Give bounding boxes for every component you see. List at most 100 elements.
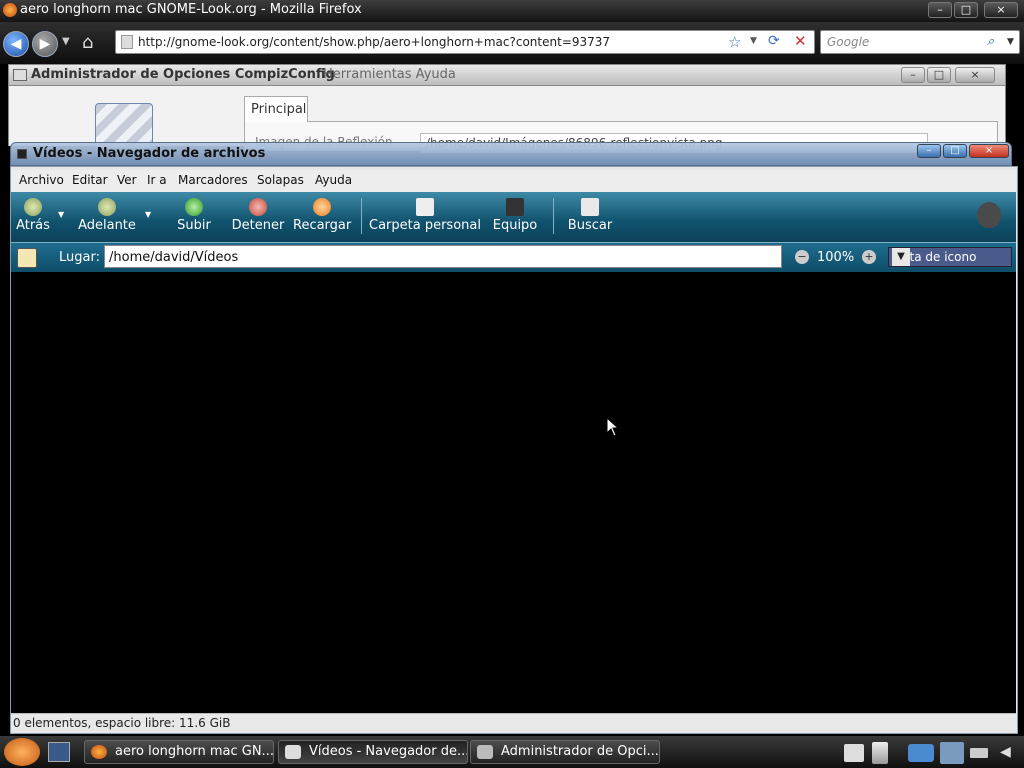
update-notifier-icon[interactable] (908, 744, 934, 762)
taskbar-item-firefox[interactable]: aero longhorn mac GN... (84, 740, 274, 764)
compiz-titlebar: Administrador de Opciones CompizConfig H… (8, 64, 1006, 86)
compiz-maximize-button[interactable]: □ (927, 67, 951, 83)
home-folder-button[interactable]: Carpeta personal (369, 196, 481, 233)
chevron-down-icon[interactable]: ▼ (892, 248, 910, 266)
stop-icon[interactable]: ✕ (794, 32, 807, 50)
back-arrow-icon (24, 198, 42, 216)
menu-editar[interactable]: Editar (72, 173, 108, 187)
up-arrow-icon (185, 198, 203, 216)
home-icon[interactable]: ⌂ (82, 32, 102, 53)
menu-bar: Archivo Editar Ver Ir a Marcadores Solap… (11, 170, 1016, 192)
file-view-area[interactable] (11, 272, 1016, 713)
back-history-dropdown-icon[interactable]: ▼ (58, 210, 64, 219)
firefox-forward-button[interactable]: ▶ (32, 31, 58, 57)
computer-icon (506, 198, 524, 216)
stop-button[interactable]: Detener (231, 196, 285, 233)
firefox-back-button[interactable]: ◀ (3, 31, 29, 57)
reload-label: Recargar (293, 218, 352, 233)
file-manager-toolbar: Atrás ▼ Adelante ▼ Subir Detener Recarga… (11, 192, 1016, 242)
location-input[interactable]: /home/david/Vídeos (104, 245, 782, 268)
menu-ayuda[interactable]: Ayuda (315, 173, 352, 187)
folder-icon (285, 745, 301, 759)
taskbar-item-label: Administrador de Opci... (501, 744, 659, 759)
home-label: Carpeta personal (369, 218, 481, 233)
search-label: Buscar (567, 218, 613, 233)
firefox-minimize-button[interactable]: – (928, 2, 952, 18)
firefox-icon (3, 3, 17, 17)
window-menu-icon[interactable] (17, 149, 27, 159)
toolbar-separator (553, 198, 554, 234)
forward-history-dropdown-icon[interactable]: ▼ (145, 210, 151, 219)
compiz-app-icon (13, 69, 27, 81)
menu-ir-a[interactable]: Ir a (147, 173, 167, 187)
tab-principal-label: Principal (251, 102, 307, 117)
firefox-close-button[interactable]: × (984, 2, 1018, 18)
menu-ver[interactable]: Ver (117, 173, 137, 187)
menu-marcadores[interactable]: Marcadores (178, 173, 248, 187)
taskbar-item-compiz[interactable]: Administrador de Opci... (470, 740, 660, 764)
back-label: Atrás (16, 218, 50, 233)
toolbar-separator (361, 198, 362, 234)
history-dropdown-icon[interactable]: ▼ (62, 36, 70, 47)
taskbar-item-file-manager[interactable]: Vídeos - Navegador de... (278, 740, 468, 764)
url-text[interactable]: http://gnome-look.org/content/show.php/a… (138, 35, 610, 49)
taskbar-item-label: aero longhorn mac GN... (115, 744, 274, 759)
toggle-location-icon[interactable] (17, 248, 37, 268)
status-text: 0 elementos, espacio libre: 11.6 GiB (13, 716, 231, 730)
url-bar[interactable]: http://gnome-look.org/content/show.php/a… (115, 30, 815, 54)
search-engine-dropdown-icon[interactable]: ▼ (1007, 37, 1014, 47)
location-label: Lugar: (59, 250, 100, 265)
file-manager-titlebar[interactable]: Vídeos - Navegador de archivos – □ × (10, 142, 1012, 166)
zoom-level[interactable]: 100% (817, 250, 854, 265)
forward-button[interactable]: Adelante (77, 196, 137, 233)
reload-icon (313, 198, 331, 216)
compiz-close-button[interactable]: × (955, 67, 995, 83)
compiz-menu-partial[interactable]: Herramientas Ayuda (323, 67, 456, 82)
up-button[interactable]: Subir (175, 196, 213, 233)
compiz-minimize-button[interactable]: – (901, 67, 925, 83)
site-identity-icon[interactable] (121, 35, 133, 49)
firefox-icon (91, 745, 107, 759)
bookmark-star-icon[interactable]: ☆ (728, 33, 741, 51)
battery-icon[interactable] (970, 748, 988, 758)
notification-icon[interactable] (844, 744, 864, 762)
forward-label: Adelante (78, 218, 136, 233)
view-mode-select[interactable]: Vista de icono ▼ (888, 247, 1012, 267)
menu-solapas[interactable]: Solapas (257, 173, 304, 187)
network-icon[interactable] (940, 742, 964, 764)
ubuntu-menu-icon[interactable] (4, 738, 40, 766)
gnome-foot-icon (977, 202, 1001, 228)
tab-principal[interactable]: Principal (244, 96, 308, 122)
menu-archivo[interactable]: Archivo (19, 173, 64, 187)
zoom-in-icon[interactable]: + (862, 250, 876, 264)
firefox-maximize-button[interactable]: □ (954, 2, 978, 18)
volume-icon[interactable]: ◀ (1000, 744, 1018, 762)
home-icon (416, 198, 434, 216)
back-button[interactable]: Atrás (14, 196, 52, 233)
file-manager-maximize-button[interactable]: □ (943, 144, 967, 158)
forward-arrow-icon (98, 198, 116, 216)
search-icon[interactable]: ⌕ (987, 34, 994, 49)
firefox-window-title: aero longhorn mac GNOME-Look.org - Mozil… (20, 2, 362, 17)
file-manager-close-button[interactable]: × (969, 144, 1009, 158)
reload-icon[interactable]: ⟳ (768, 33, 780, 49)
reload-button[interactable]: Recargar (293, 196, 351, 233)
stop-label: Detener (231, 218, 285, 233)
computer-label: Equipo (492, 218, 538, 233)
taskbar-item-label: Vídeos - Navegador de... (309, 744, 468, 759)
zoom-out-icon[interactable]: − (795, 250, 809, 264)
url-dropdown-icon[interactable]: ▼ (750, 36, 757, 46)
search-placeholder[interactable]: Google (827, 35, 869, 49)
up-label: Subir (177, 218, 211, 233)
file-manager-window-title: Vídeos - Navegador de archivos (33, 146, 266, 161)
search-button[interactable]: Buscar (567, 196, 613, 233)
location-path[interactable]: /home/david/Vídeos (109, 250, 238, 265)
search-box[interactable]: Google ⌕ ▼ (820, 30, 1020, 54)
file-manager-minimize-button[interactable]: – (917, 144, 941, 158)
show-desktop-icon[interactable] (48, 742, 70, 762)
magnifier-icon (581, 198, 599, 216)
computer-button[interactable]: Equipo (491, 196, 539, 233)
firefox-titlebar: aero longhorn mac GNOME-Look.org - Mozil… (0, 0, 1024, 22)
mouse-pointer-icon (606, 417, 620, 437)
trash-icon[interactable] (872, 742, 888, 764)
